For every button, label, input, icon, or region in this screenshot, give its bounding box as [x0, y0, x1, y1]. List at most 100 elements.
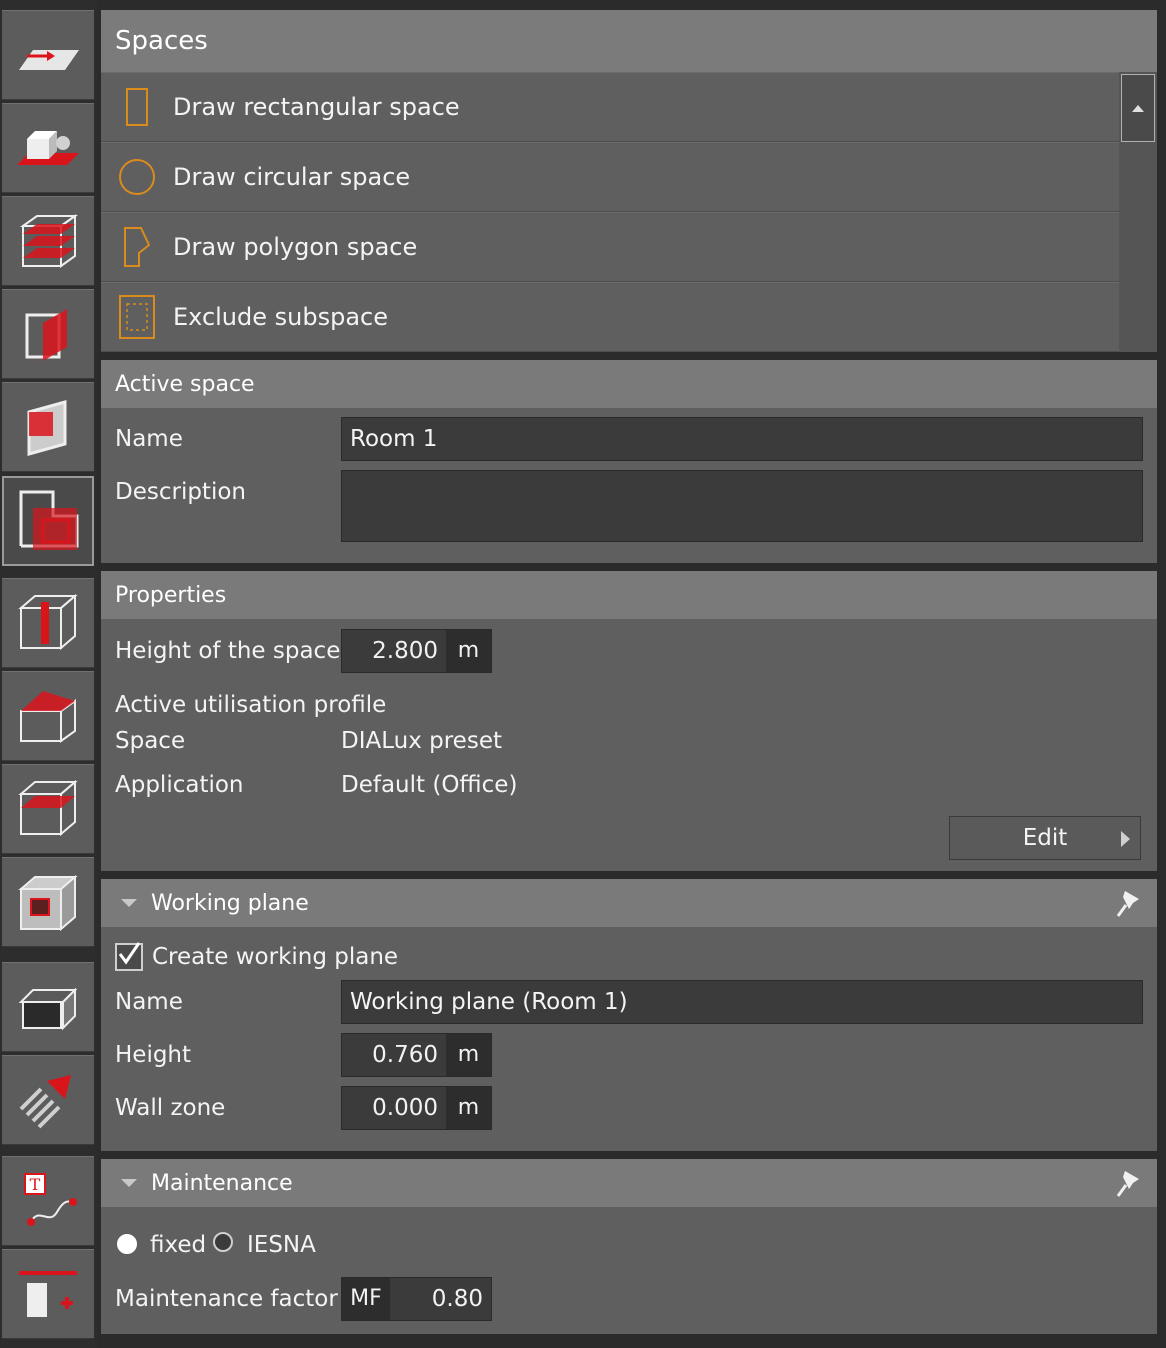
active-space-header: Active space — [101, 360, 1157, 408]
spaces-header: Spaces — [101, 10, 1157, 72]
wall-plane-icon — [25, 309, 67, 361]
working-plane-name-label: Name — [115, 989, 183, 1015]
tool-ceiling-cut-button[interactable] — [2, 962, 94, 1052]
tool-add-element-button[interactable] — [2, 1249, 94, 1339]
draw-rectangular-space-label: Draw rectangular space — [173, 93, 460, 121]
tool-surfaces-button[interactable] — [2, 382, 94, 472]
draw-rectangular-space-item[interactable]: Draw rectangular space — [101, 72, 1119, 142]
space-height-unit: m — [446, 630, 491, 672]
maintenance-factor-label: Maintenance factor — [115, 1286, 338, 1312]
pin-icon[interactable] — [1115, 1167, 1143, 1199]
active-space-title: Active space — [115, 371, 255, 397]
tool-walls-button[interactable] — [2, 289, 94, 379]
working-plane-name-input[interactable]: Working plane (Room 1) — [341, 980, 1143, 1024]
mf-prefix: MF — [342, 1278, 390, 1320]
scroll-up-button[interactable] — [1121, 74, 1155, 142]
working-plane-height-input[interactable]: 0.760 m — [341, 1033, 492, 1077]
space-description-input[interactable] — [341, 470, 1143, 542]
utilisation-profile-label: Active utilisation profile — [115, 692, 387, 718]
edit-button-label: Edit — [1022, 825, 1068, 851]
spaces-title: Spaces — [115, 26, 208, 56]
pin-icon[interactable] — [1115, 887, 1143, 919]
properties-body: Height of the space 2.800 m Active utili… — [101, 619, 1157, 871]
properties-header: Properties — [101, 571, 1157, 619]
left-toolbar: T — [0, 0, 97, 1348]
application-value: Default (Office) — [341, 772, 518, 798]
tool-calc-surface-button[interactable] — [2, 1055, 94, 1145]
exclude-subspace-label: Exclude subspace — [173, 303, 389, 331]
maintenance-header[interactable]: Maintenance — [101, 1159, 1157, 1207]
iesna-radio[interactable] — [213, 1232, 233, 1252]
tool-text-path-button[interactable]: T — [2, 1156, 94, 1246]
active-space-body: Name Room 1 Description — [101, 408, 1157, 563]
tool-openings-button[interactable] — [2, 857, 94, 947]
maintenance-title: Maintenance — [151, 1170, 293, 1196]
tool-columns-button[interactable] — [2, 578, 94, 668]
properties-title: Properties — [115, 582, 227, 608]
maintenance-body: fixed IESNA Maintenance factor MF 0.80 — [101, 1207, 1157, 1341]
space-height-value[interactable]: 2.800 — [342, 630, 446, 672]
opening-icon — [18, 874, 78, 932]
polygon-space-icon — [124, 227, 151, 267]
create-working-plane-checkbox[interactable] — [115, 942, 143, 971]
draw-polygon-space-item[interactable]: Draw polygon space — [101, 212, 1119, 282]
calculation-surface-icon — [19, 1075, 71, 1129]
collapse-arrow-icon[interactable] — [121, 1179, 137, 1187]
application-label: Application — [115, 772, 244, 798]
objects-icon — [17, 131, 79, 165]
room-box-icon — [18, 987, 78, 1031]
tool-ceiling-button[interactable] — [2, 764, 94, 854]
rectangle-space-icon — [126, 88, 148, 126]
fixed-label[interactable]: fixed — [150, 1232, 206, 1258]
import-plane-icon — [19, 50, 79, 70]
space-name-input[interactable]: Room 1 — [341, 417, 1143, 461]
storeys-icon — [19, 214, 79, 268]
working-plane-header[interactable]: Working plane — [101, 879, 1157, 927]
working-plane-body: Create working plane Name Working plane … — [101, 927, 1157, 1151]
maintenance-factor-value[interactable]: 0.80 — [390, 1278, 491, 1320]
wall-zone-input[interactable]: 0.000 m — [341, 1086, 492, 1130]
ceiling-icon — [18, 779, 78, 837]
tool-spaces-button[interactable] — [2, 476, 94, 566]
working-plane-height-value[interactable]: 0.760 — [342, 1034, 446, 1076]
properties-panel: Spaces Draw rectangular space Draw circu… — [101, 10, 1157, 1341]
iesna-label[interactable]: IESNA — [247, 1232, 316, 1258]
circle-space-icon — [119, 159, 155, 195]
edit-profile-button[interactable]: Edit — [949, 816, 1141, 860]
spaces-icon — [19, 490, 79, 550]
wall-zone-unit: m — [446, 1087, 491, 1129]
add-element-icon — [19, 1271, 77, 1317]
wall-zone-value[interactable]: 0.000 — [342, 1087, 446, 1129]
top-strip — [101, 0, 1157, 10]
description-label: Description — [115, 479, 246, 505]
draw-circular-space-item[interactable]: Draw circular space — [101, 142, 1119, 212]
working-plane-title: Working plane — [151, 890, 309, 916]
svg-text:T: T — [30, 1175, 41, 1194]
name-label: Name — [115, 426, 183, 452]
triangle-up-icon — [1132, 105, 1144, 112]
draw-circular-space-label: Draw circular space — [173, 163, 411, 191]
tool-storeys-button[interactable] — [2, 196, 94, 286]
bottom-bar — [101, 1334, 1157, 1348]
exclude-subspace-icon — [119, 295, 155, 339]
space-profile-label: Space — [115, 728, 186, 754]
exclude-subspace-item[interactable]: Exclude subspace — [101, 282, 1119, 352]
tool-roof-button[interactable] — [2, 671, 94, 761]
tool-import-button[interactable] — [2, 10, 94, 100]
right-edge — [1157, 0, 1166, 1348]
collapse-arrow-icon[interactable] — [121, 899, 137, 907]
create-working-plane-label[interactable]: Create working plane — [152, 944, 398, 970]
draw-polygon-space-label: Draw polygon space — [173, 233, 418, 261]
space-height-label: Height of the space — [115, 638, 341, 664]
column-icon — [18, 593, 78, 651]
maintenance-factor-input[interactable]: MF 0.80 — [341, 1277, 492, 1321]
checkmark-icon — [118, 942, 141, 965]
tool-objects-button[interactable] — [2, 103, 94, 193]
fixed-radio[interactable] — [117, 1234, 137, 1254]
list-scrollbar[interactable] — [1119, 72, 1157, 352]
text-path-icon: T — [24, 1173, 77, 1226]
draw-space-list: Draw rectangular space Draw circular spa… — [101, 72, 1157, 352]
space-height-input[interactable]: 2.800 m — [341, 629, 492, 673]
roof-icon — [20, 691, 76, 743]
working-plane-height-unit: m — [446, 1034, 491, 1076]
